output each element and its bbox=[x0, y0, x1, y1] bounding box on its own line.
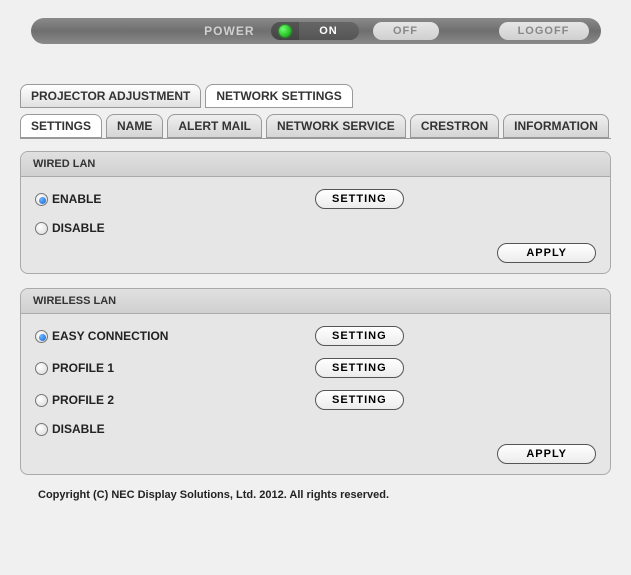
apply-button-wireless[interactable]: APPLY bbox=[497, 444, 596, 464]
radio-icon bbox=[35, 222, 48, 235]
radio-wireless-easy[interactable]: EASY CONNECTION bbox=[35, 329, 315, 343]
setting-button-wired-enable[interactable]: SETTING bbox=[315, 189, 404, 209]
setting-button-wireless-profile1[interactable]: SETTING bbox=[315, 358, 404, 378]
radio-wireless-profile1[interactable]: PROFILE 1 bbox=[35, 361, 315, 375]
power-toggle: ON bbox=[271, 22, 359, 40]
radio-icon bbox=[35, 362, 48, 375]
radio-icon bbox=[35, 394, 48, 407]
radio-icon bbox=[35, 423, 48, 436]
radio-label: PROFILE 2 bbox=[52, 393, 114, 407]
panel-title-wireless: WIRELESS LAN bbox=[21, 289, 610, 314]
power-led bbox=[271, 22, 299, 40]
setting-button-wireless-profile2[interactable]: SETTING bbox=[315, 390, 404, 410]
radio-label: PROFILE 1 bbox=[52, 361, 114, 375]
radio-label: DISABLE bbox=[52, 422, 105, 436]
radio-icon bbox=[35, 193, 48, 206]
radio-wireless-profile2[interactable]: PROFILE 2 bbox=[35, 393, 315, 407]
tabs-inner: SETTINGS NAME ALERT MAIL NETWORK SERVICE… bbox=[20, 114, 611, 138]
led-icon bbox=[279, 25, 291, 37]
tab-information[interactable]: INFORMATION bbox=[503, 114, 609, 138]
panel-title-wired: WIRED LAN bbox=[21, 152, 610, 177]
radio-wired-enable[interactable]: ENABLE bbox=[35, 192, 315, 206]
apply-button-wired[interactable]: APPLY bbox=[497, 243, 596, 263]
radio-label: DISABLE bbox=[52, 221, 105, 235]
panel-wireless-lan: WIRELESS LAN EASY CONNECTION SETTING PRO… bbox=[20, 288, 611, 475]
top-bar: POWER ON OFF LOGOFF bbox=[31, 18, 601, 44]
radio-wired-disable[interactable]: DISABLE bbox=[35, 221, 315, 235]
tab-name[interactable]: NAME bbox=[106, 114, 163, 138]
copyright-text: Copyright (C) NEC Display Solutions, Ltd… bbox=[38, 489, 611, 501]
logoff-button[interactable]: LOGOFF bbox=[499, 22, 589, 40]
tab-network-settings[interactable]: NETWORK SETTINGS bbox=[205, 84, 352, 108]
tab-projector-adjustment[interactable]: PROJECTOR ADJUSTMENT bbox=[20, 84, 201, 108]
radio-label: ENABLE bbox=[52, 192, 101, 206]
setting-button-wireless-easy[interactable]: SETTING bbox=[315, 326, 404, 346]
tab-network-service[interactable]: NETWORK SERVICE bbox=[266, 114, 406, 138]
power-off-button[interactable]: OFF bbox=[373, 22, 439, 40]
panel-wired-lan: WIRED LAN ENABLE SETTING DISABLE APPLY bbox=[20, 151, 611, 274]
tab-settings[interactable]: SETTINGS bbox=[20, 114, 102, 138]
radio-label: EASY CONNECTION bbox=[52, 329, 168, 343]
tab-crestron[interactable]: CRESTRON bbox=[410, 114, 499, 138]
tabs-outer: PROJECTOR ADJUSTMENT NETWORK SETTINGS bbox=[20, 84, 611, 108]
radio-icon bbox=[35, 330, 48, 343]
power-label: POWER bbox=[204, 24, 254, 38]
power-on-button[interactable]: ON bbox=[299, 22, 359, 40]
radio-wireless-disable[interactable]: DISABLE bbox=[35, 422, 315, 436]
tab-alert-mail[interactable]: ALERT MAIL bbox=[167, 114, 262, 138]
